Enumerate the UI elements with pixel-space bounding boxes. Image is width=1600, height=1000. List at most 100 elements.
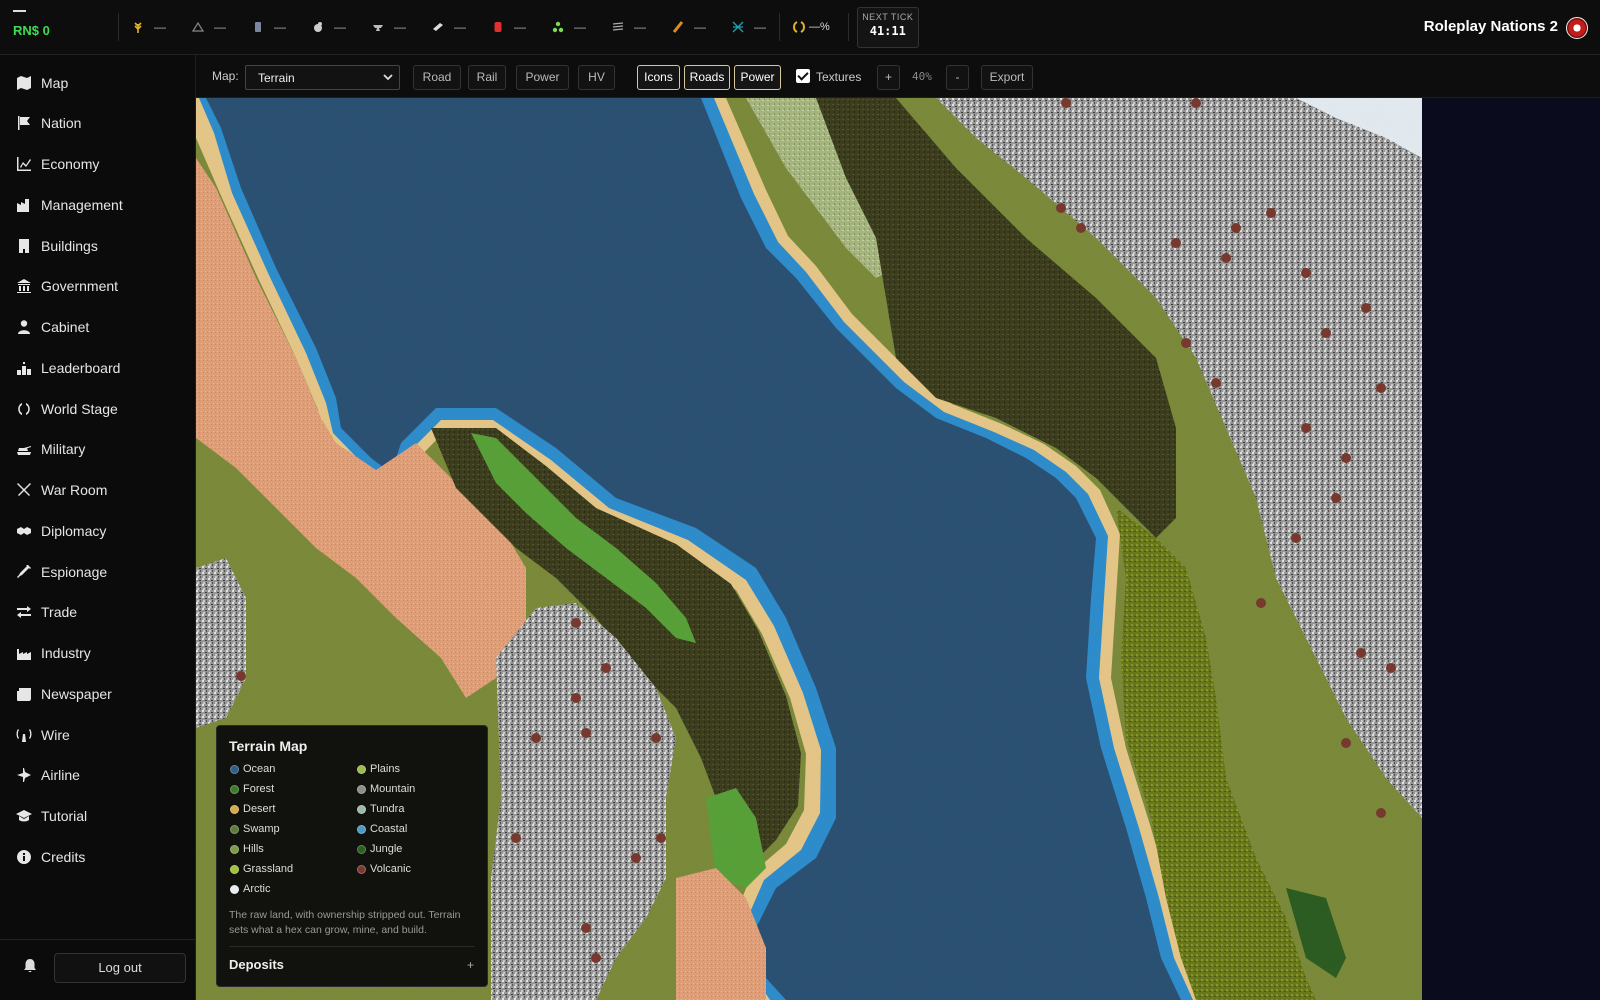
resource-value: — bbox=[334, 20, 346, 34]
app-title[interactable]: Roleplay Nations 2 bbox=[1424, 18, 1558, 35]
sidebar-item-label: Wire bbox=[41, 727, 70, 743]
next-tick-timer: NEXT TICK 41:11 bbox=[856, 6, 919, 48]
sidebar-item-government[interactable]: Government bbox=[0, 269, 196, 303]
deposits-header[interactable]: Deposits bbox=[229, 957, 284, 972]
legend-item-arctic: Arctic bbox=[230, 883, 271, 895]
resource-value: — bbox=[454, 20, 466, 34]
steel-icon bbox=[255, 22, 261, 32]
resource-uranium[interactable]: — bbox=[539, 20, 599, 34]
sidebar-item-cabinet[interactable]: Cabinet bbox=[0, 310, 196, 344]
sidebar-item-nation[interactable]: Nation bbox=[0, 106, 196, 140]
handshake-icon bbox=[17, 527, 31, 535]
sidebar-item-label: Economy bbox=[41, 156, 100, 172]
resource-steel[interactable]: — bbox=[239, 20, 299, 34]
legend-item-desert: Desert bbox=[230, 803, 275, 815]
bell-icon[interactable] bbox=[22, 958, 38, 974]
terrain-legend: Terrain Map Ocean Plains Forest Mountain Des… bbox=[216, 725, 488, 987]
fiber-icon bbox=[732, 21, 744, 33]
sidebar-item-world-stage[interactable]: World Stage bbox=[0, 392, 196, 426]
hv-layer-button[interactable]: HV bbox=[578, 65, 615, 90]
power-toggle[interactable]: Power bbox=[734, 65, 781, 90]
legend-swatch bbox=[230, 824, 239, 834]
sidebar-item-label: Credits bbox=[41, 849, 86, 865]
sidebar-item-credits[interactable]: Credits bbox=[0, 840, 196, 874]
sidebar-item-label: Airline bbox=[41, 767, 80, 783]
chart-line-icon bbox=[17, 157, 31, 171]
building-icon bbox=[19, 239, 29, 253]
resource-value: — bbox=[574, 20, 586, 34]
map-toolbar: Map: Terrain Road Rail Power HV Icons Ro… bbox=[196, 55, 1600, 98]
sidebar-item-war-room[interactable]: War Room bbox=[0, 473, 196, 507]
rail-layer-button[interactable]: Rail bbox=[468, 65, 506, 90]
resource-copper[interactable]: — bbox=[659, 20, 719, 34]
logout-button[interactable]: Log out bbox=[54, 953, 186, 983]
resource-fiber[interactable]: — bbox=[719, 20, 779, 34]
sidebar-item-trade[interactable]: Trade bbox=[0, 595, 196, 629]
legend-swatch bbox=[357, 784, 366, 794]
sidebar-item-map[interactable]: Map bbox=[0, 66, 196, 100]
sidebar-item-diplomacy[interactable]: Diplomacy bbox=[0, 514, 196, 548]
nation-flag-icon[interactable] bbox=[1566, 17, 1588, 39]
wheat-icon bbox=[134, 22, 142, 33]
resource-value: — bbox=[694, 20, 706, 34]
resource-value: — bbox=[154, 20, 166, 34]
export-button[interactable]: Export bbox=[981, 65, 1033, 90]
deposits-expand-button[interactable]: + bbox=[467, 958, 474, 972]
map-mode-select[interactable]: Terrain bbox=[245, 65, 400, 90]
sidebar-item-military[interactable]: Military bbox=[0, 432, 196, 466]
sidebar-item-label: Leaderboard bbox=[41, 360, 121, 376]
map-icon bbox=[17, 76, 31, 90]
sidebar-item-economy[interactable]: Economy bbox=[0, 147, 196, 181]
resource-cable[interactable]: — bbox=[599, 20, 659, 34]
sidebar-item-wire[interactable]: Wire bbox=[0, 718, 196, 752]
menu-dash bbox=[13, 9, 26, 12]
sidebar-item-label: Espionage bbox=[41, 564, 108, 580]
approval-value: —% bbox=[809, 21, 830, 33]
legend-item-jungle: Jungle bbox=[357, 843, 402, 855]
resource-oil-barrel[interactable]: — bbox=[479, 20, 539, 34]
money-value: RN$ 0 bbox=[13, 22, 50, 38]
legend-description: The raw land, with ownership stripped ou… bbox=[229, 909, 461, 936]
sidebar-item-leaderboard[interactable]: Leaderboard bbox=[0, 351, 196, 385]
legend-label: Tundra bbox=[370, 803, 405, 815]
legend-label: Forest bbox=[243, 783, 275, 795]
sidebar-item-buildings[interactable]: Buildings bbox=[0, 229, 196, 263]
legend-item-grassland: Grassland bbox=[230, 863, 293, 875]
zoom-level: 40% bbox=[912, 70, 932, 83]
resource-wheat[interactable]: — bbox=[119, 20, 179, 34]
zoom-out-button[interactable]: - bbox=[946, 65, 969, 90]
resource-coal[interactable]: — bbox=[299, 20, 359, 34]
factory-icon bbox=[17, 199, 29, 212]
textures-checkbox[interactable] bbox=[796, 69, 810, 83]
legend-swatch bbox=[230, 864, 239, 874]
next-tick-time: 41:11 bbox=[869, 23, 906, 38]
sidebar-item-industry[interactable]: Industry bbox=[0, 636, 196, 670]
crossed-swords-icon bbox=[17, 483, 31, 496]
newspaper-icon bbox=[17, 688, 31, 701]
sidebar-item-espionage[interactable]: Espionage bbox=[0, 555, 196, 589]
approval-rating[interactable]: —% bbox=[780, 20, 848, 34]
power-layer-button[interactable]: Power bbox=[516, 65, 569, 90]
icons-toggle[interactable]: Icons bbox=[637, 65, 680, 90]
sidebar-item-label: World Stage bbox=[41, 401, 118, 417]
resource-anvil[interactable]: — bbox=[359, 20, 419, 34]
divider bbox=[229, 946, 475, 947]
roads-toggle[interactable]: Roads bbox=[684, 65, 730, 90]
sidebar-item-label: Tutorial bbox=[41, 808, 88, 824]
resource-aluminum[interactable]: — bbox=[419, 20, 479, 34]
resource-value: — bbox=[214, 20, 226, 34]
road-layer-button[interactable]: Road bbox=[413, 65, 461, 90]
lumber-icon bbox=[191, 21, 205, 32]
sidebar-item-airline[interactable]: Airline bbox=[0, 758, 196, 792]
resource-lumber[interactable]: — bbox=[179, 20, 239, 34]
top-bar: RN$ 0 — — — — — — — — — — — —% NEXT TICK 41:11 Rol… bbox=[0, 0, 1600, 55]
sidebar-item-tutorial[interactable]: Tutorial bbox=[0, 799, 196, 833]
map-edge bbox=[1422, 98, 1600, 1000]
ranking-icon bbox=[17, 362, 31, 375]
legend-label: Plains bbox=[370, 763, 400, 775]
sidebar-item-management[interactable]: Management bbox=[0, 188, 196, 222]
sidebar-item-newspaper[interactable]: Newspaper bbox=[0, 677, 196, 711]
textures-label: Textures bbox=[816, 70, 862, 84]
zoom-in-button[interactable]: + bbox=[877, 65, 900, 90]
laurel-icon bbox=[18, 403, 30, 415]
